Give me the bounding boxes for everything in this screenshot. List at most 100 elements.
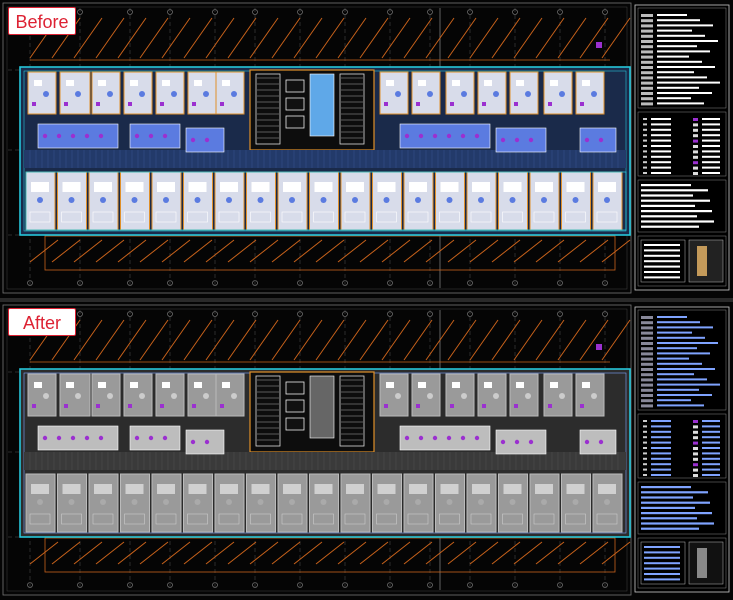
chair [194,197,201,203]
chair [604,197,610,203]
legend-swatch [641,60,653,64]
legend-symbol [693,420,698,423]
workstation-seat [404,435,410,441]
legend-text-line [657,29,692,32]
legend-symbol [643,139,647,142]
chair [383,499,390,505]
fixture-marker [580,404,584,408]
legend-text-line [651,155,671,158]
before-panel: Before [0,0,733,298]
chair [75,393,81,399]
legend-swatch [641,86,653,90]
office-room [411,71,441,115]
legend-swatch [641,76,653,80]
desk [516,80,524,86]
legend-symbol [693,128,698,132]
legend-text-line [651,161,671,164]
chair [289,197,295,203]
legend-swatch [641,102,653,106]
legend-symbol [693,118,698,121]
desk [503,182,522,192]
desk [440,484,459,494]
canopy-outline [44,235,616,271]
workstation-seat [446,133,452,139]
workstation-seat [598,439,604,445]
legend-text-line [702,474,720,476]
desk [157,484,175,494]
workstation-seat [134,435,140,441]
notes-text-line [641,210,712,213]
office-room [445,71,475,115]
office-room [123,71,153,115]
legend-text-line [657,92,712,94]
legend-symbol [643,441,647,444]
chair [171,393,177,399]
notes-text-line [641,522,714,525]
chair [163,499,169,505]
chair [478,499,484,505]
office-room [411,373,441,417]
legend-symbol [643,172,647,174]
notes-text-line [641,486,691,489]
workstation-seat [56,435,62,441]
workstation-seat [460,435,466,441]
office-room [379,71,409,115]
desk [94,484,112,494]
legend-text-line [702,425,720,428]
legend-symbol [643,468,647,471]
legend-text-line [651,425,671,428]
office-room [575,71,605,115]
after-panel: After [0,302,733,600]
stamp-text-line [644,249,680,252]
legend-symbol [643,150,647,153]
chair [427,393,433,399]
chair [541,499,547,505]
fixture-marker [482,404,486,408]
desk [130,382,138,388]
office-room [91,71,121,115]
legend-swatch [641,352,653,356]
desk [409,182,427,192]
legend-symbol [643,128,647,131]
legend-symbol [693,457,698,461]
workstation-seat [134,133,140,139]
legend-swatch [641,24,653,28]
notes-text-line [641,225,699,228]
desk [418,80,426,86]
roof-hatch-bottom [29,541,631,565]
roof-hatch-top [29,17,631,59]
notes-text-line [641,204,695,207]
office-room [27,373,57,417]
workstation-seat [474,435,480,441]
legend-text-line [651,420,671,422]
chair [194,499,201,505]
desk [194,382,202,388]
workstation-seat [84,435,90,441]
legend-text-line [702,150,720,153]
legend-swatch [641,362,653,366]
workstation-seat [162,435,168,441]
comparison-image: Before After [0,0,733,600]
workstation-seat [204,137,210,143]
legend-symbol [693,468,698,472]
legend-text-line [702,161,720,164]
legend-swatch [641,50,653,54]
desk [162,80,170,86]
office-room [215,71,245,115]
chair [415,499,421,505]
desk [34,80,42,86]
legend-swatch [641,394,653,397]
fixture-marker [128,404,132,408]
roof-hatch-bottom [29,239,631,263]
notes-text-line [641,501,710,504]
stamp-text-line [644,254,680,257]
office-room [575,373,605,417]
office-room [445,373,475,417]
legend-swatch [641,66,653,69]
chair [68,499,75,505]
legend-swatch [641,331,653,335]
chair [559,91,565,97]
after-floor-plan [2,304,730,596]
chair [100,197,106,203]
notes-text-line [641,512,712,515]
